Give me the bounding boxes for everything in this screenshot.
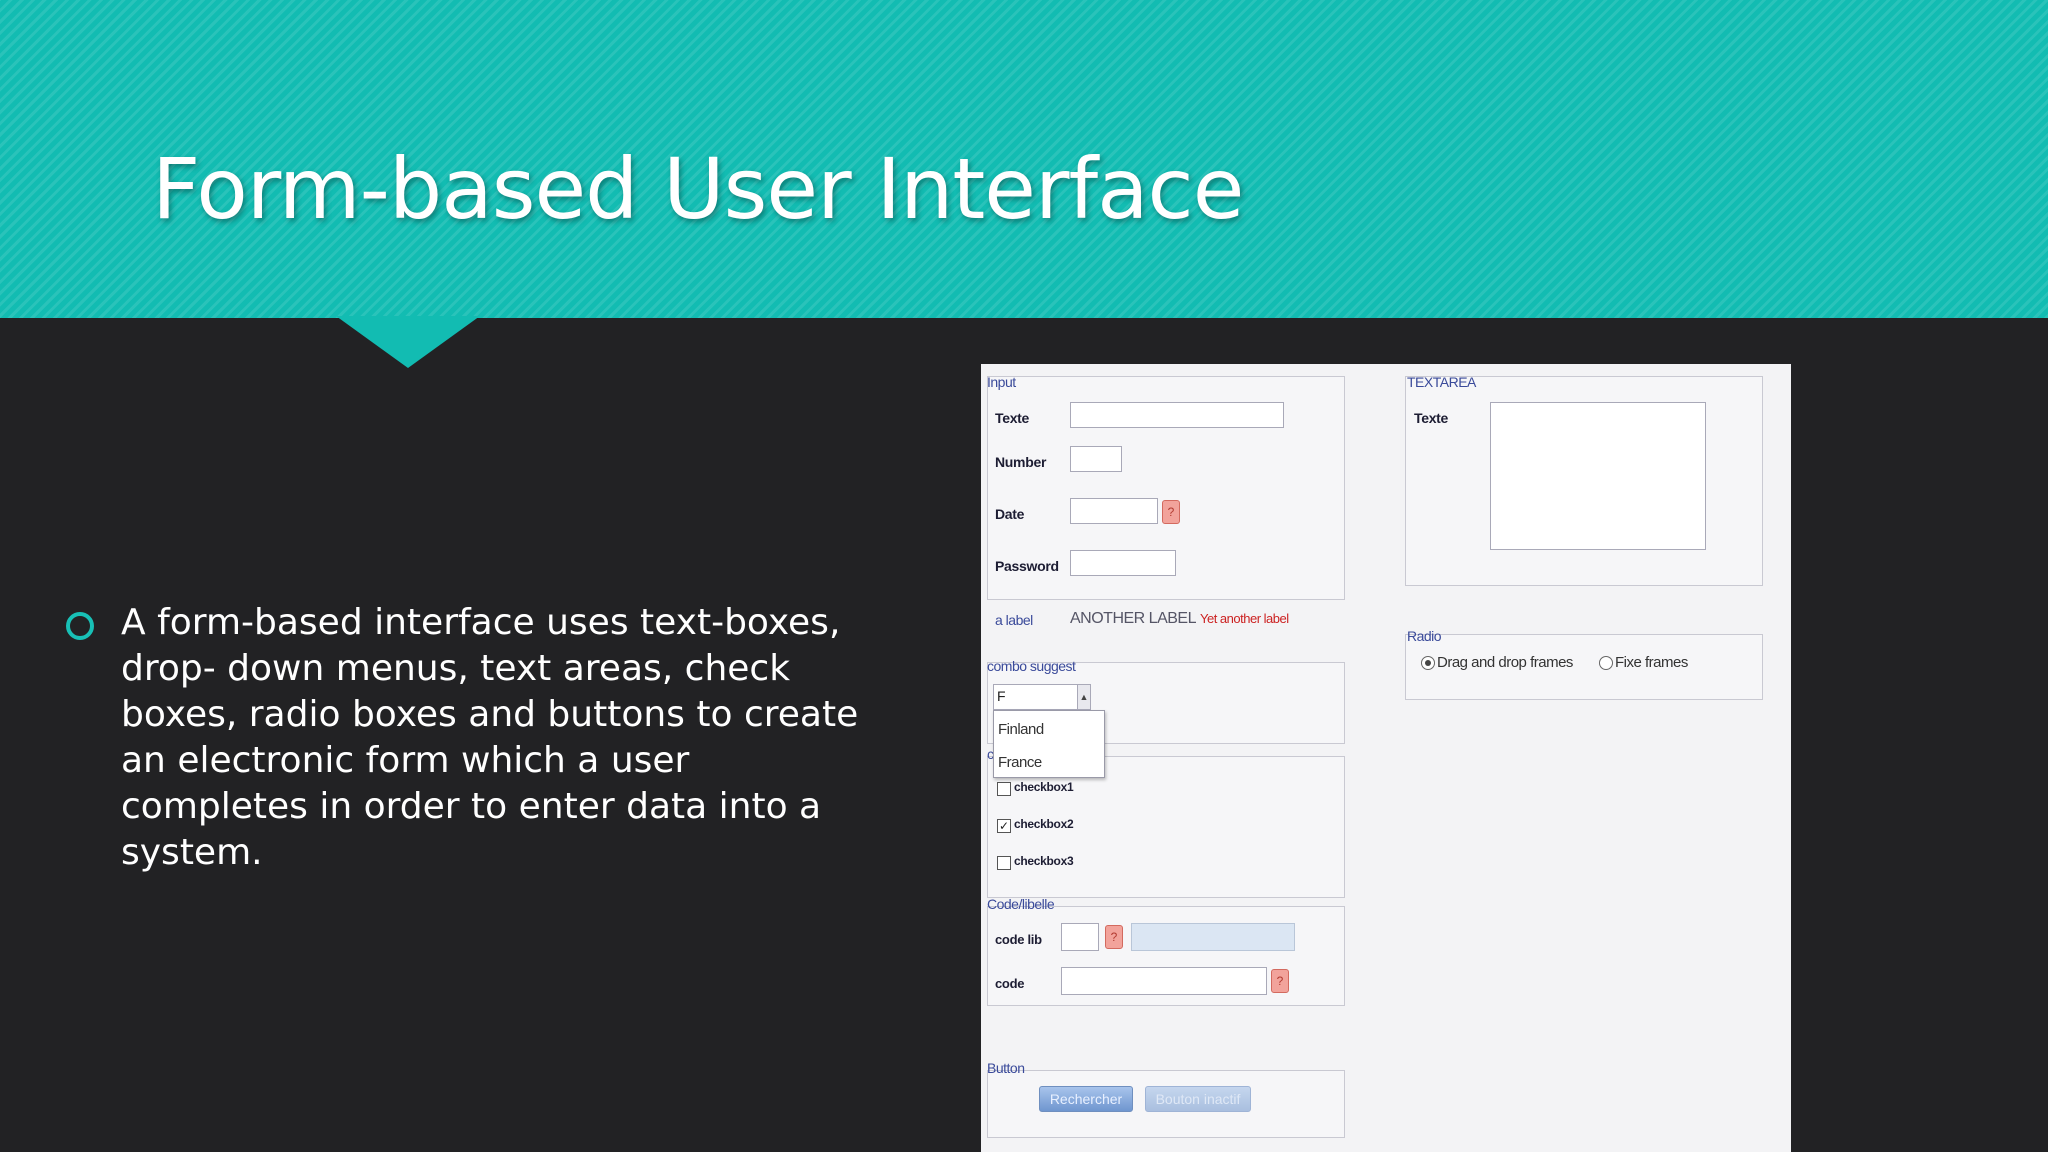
combo-option-france[interactable]: France [998,754,1042,771]
slide-title: Form-based User Interface [152,140,1244,238]
combo-option-finland[interactable]: Finland [998,721,1044,738]
radio-legend: Radio [1407,628,1442,644]
codelib-label: code lib [995,932,1042,947]
code-help-icon[interactable]: ? [1271,969,1289,993]
search-button[interactable]: Rechercher [1039,1086,1133,1112]
date-input[interactable] [1070,498,1158,524]
textarea-texte-label: Texte [1414,410,1449,426]
code-label: code [995,976,1025,991]
code-input[interactable] [1061,967,1267,995]
bullet-text: A form-based interface uses text-boxes, … [121,602,859,873]
radio-fixe-frames-label: Fixe frames [1615,654,1688,671]
number-label: Number [995,454,1047,470]
textarea-legend: TEXTAREA [1407,374,1476,390]
codelib-label-input [1131,923,1295,951]
checkbox2-box[interactable]: ✓ [997,819,1011,833]
dropdown-arrow-icon: ▲ [1079,692,1089,702]
header-notch [336,316,480,368]
codelib-code-input[interactable] [1061,923,1099,951]
checkbox3-label: checkbox3 [1014,854,1074,868]
combo-legend: combo suggest [987,658,1076,674]
radio-fixe-frames[interactable] [1599,656,1613,670]
combo-dropdown-button[interactable]: ▲ [1077,684,1091,710]
password-input[interactable] [1070,550,1176,576]
checkbox1-label: checkbox1 [1014,780,1074,794]
texte-input[interactable] [1070,402,1284,428]
another-label: ANOTHER LABEL [1070,610,1196,627]
checkbox3-box[interactable] [997,856,1011,870]
number-input[interactable] [1070,446,1122,472]
codelib-help-icon[interactable]: ? [1105,925,1123,949]
date-label: Date [995,506,1025,522]
combo-input[interactable]: F [993,684,1089,710]
date-help-icon[interactable]: ? [1162,500,1180,524]
radio-drag-drop[interactable] [1421,656,1435,670]
radio-drag-drop-label: Drag and drop frames [1437,654,1573,671]
bullet-circle-icon [66,612,94,640]
form-screenshot: Input Texte Number Date ? Password a lab… [981,364,1791,1152]
password-label: Password [995,558,1059,574]
combo-value: F [997,688,1006,704]
a-label: a label [995,612,1033,628]
checkbox2-label: checkbox2 [1014,817,1074,831]
input-legend: Input [987,374,1016,390]
disabled-button: Bouton inactif [1145,1086,1251,1112]
codelabel-legend: Code/libelle [987,896,1055,912]
yet-another-label: Yet another label [1200,611,1289,626]
checkbox1-box[interactable] [997,782,1011,796]
combo-suggest-list: Finland France [993,710,1105,778]
texte-label: Texte [995,410,1030,426]
button-legend: Button [987,1060,1025,1076]
textarea-input[interactable] [1490,402,1706,550]
